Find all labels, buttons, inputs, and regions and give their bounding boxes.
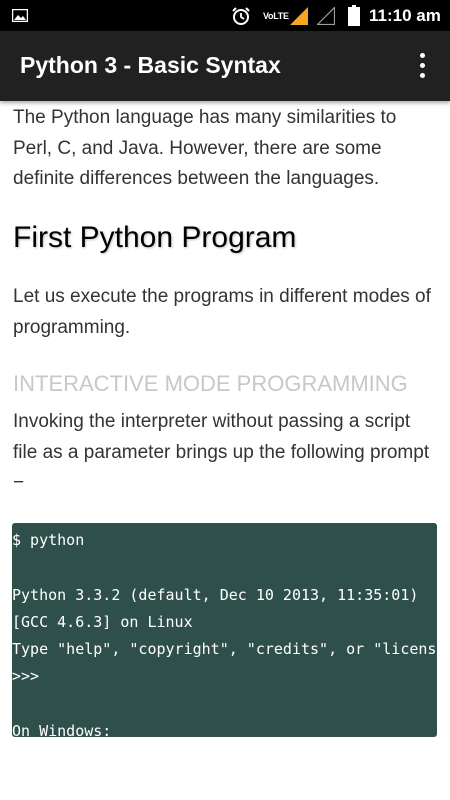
volte-label: VoLTE (263, 11, 289, 21)
signal-strength-icon (317, 7, 335, 25)
image-icon (12, 9, 28, 22)
subsection-paragraph: Invoking the interpreter without passing… (13, 411, 430, 493)
code-block[interactable]: $ python Python 3.3.2 (default, Dec 10 2… (12, 523, 437, 737)
alarm-clock-icon (232, 7, 250, 25)
section-heading: First Python Program (13, 221, 297, 254)
more-vert-icon[interactable] (412, 53, 434, 79)
section-paragraph: Let us execute the programs in different… (13, 286, 431, 338)
code-text: $ python Python 3.3.2 (default, Dec 10 2… (12, 531, 437, 737)
signal-strength-icon (290, 7, 308, 25)
page-title: Python 3 - Basic Syntax (20, 52, 281, 78)
subsection-heading: INTERACTIVE MODE PROGRAMMING (13, 371, 408, 396)
status-bar: VoLTE 11:10 am (0, 0, 450, 31)
intro-paragraph: The Python language has many similaritie… (13, 107, 397, 189)
status-time: 11:10 am (369, 6, 441, 25)
app-bar: Python 3 - Basic Syntax (0, 31, 450, 101)
battery-icon (348, 5, 360, 26)
article-content[interactable]: The Python language has many similaritie… (0, 101, 450, 800)
